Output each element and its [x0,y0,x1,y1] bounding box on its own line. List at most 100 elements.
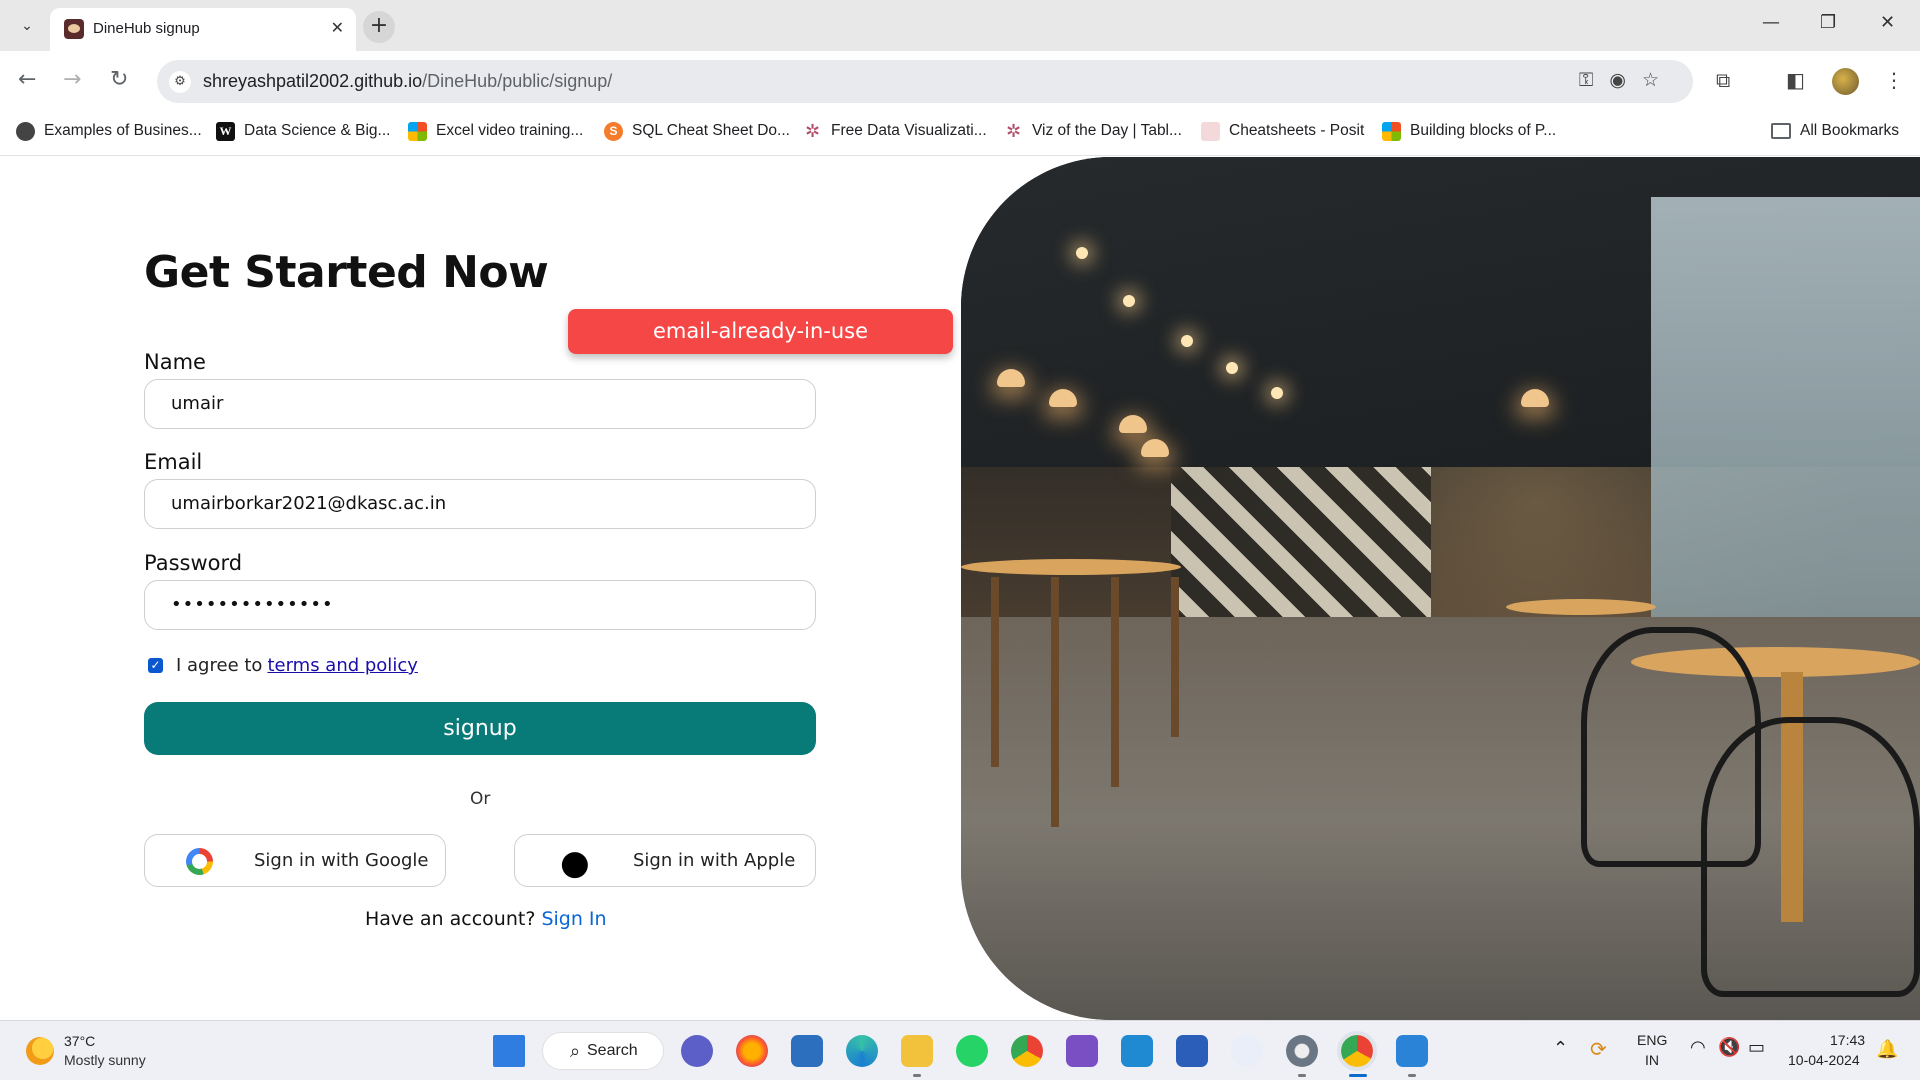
settings-gear-icon[interactable] [1286,1035,1318,1067]
or-divider: Or [470,789,491,809]
dinehub-favicon-icon [64,19,84,39]
photo-round-table [1506,599,1656,615]
eye-off-icon[interactable]: ◉ [1609,69,1642,91]
all-bookmarks-label: All Bookmarks [1800,122,1900,139]
bookmark-item[interactable]: ✲ Viz of the Day | Tabl... [1004,119,1182,143]
tab-close-icon[interactable]: ✕ [331,18,344,37]
bookmark-item[interactable]: Cheatsheets - Posit [1201,119,1364,143]
new-tab-button[interactable]: + [363,11,395,43]
google-signin-button[interactable]: Sign in with Google [144,834,446,887]
firefox-icon[interactable] [736,1035,768,1067]
photo-chair [1701,717,1920,997]
weather-temperature[interactable]: 37°C [64,1033,95,1049]
restaurant-photo [961,157,1920,1020]
url-text[interactable]: shreyashpatil2002.github.io/DineHub/publ… [203,71,612,92]
page-title: Get Started Now [144,247,549,298]
bookmark-item[interactable]: ✲ Free Data Visualizati... [803,119,987,143]
sync-icon[interactable]: ⟳ [1590,1037,1607,1062]
tab-title: DineHub signup [93,20,200,37]
wifi-icon[interactable]: ◠ [1690,1037,1706,1058]
visual-studio-icon[interactable] [1066,1035,1098,1067]
google-button-label: Sign in with Google [254,850,429,871]
weather-sun-icon[interactable] [26,1037,54,1065]
agree-checkbox[interactable]: ✓ [148,658,163,673]
address-bar[interactable]: ⚙ shreyashpatil2002.github.io/DineHub/pu… [157,60,1693,103]
error-toast: email-already-in-use [568,309,953,354]
bookmark-label: Viz of the Day | Tabl... [1032,122,1182,139]
running-indicator [913,1074,921,1077]
windows-start-icon[interactable] [493,1035,525,1067]
bookmark-label: Examples of Busines... [44,122,202,139]
globe-icon [16,121,35,141]
wps-icon[interactable] [1231,1035,1263,1067]
word-icon[interactable] [1176,1035,1208,1067]
volume-muted-icon[interactable]: 🔇 [1718,1037,1740,1058]
minimize-icon[interactable]: — [1762,12,1780,33]
chevron-up-icon[interactable]: ⌃ [1553,1038,1568,1059]
chrome-icon[interactable] [1011,1035,1043,1067]
language-top[interactable]: ENG [1637,1032,1667,1048]
email-field[interactable]: umairborkar2021@dkasc.ac.in [144,479,816,529]
close-window-icon[interactable]: ✕ [1880,12,1895,33]
restore-icon[interactable]: ❐ [1820,12,1836,33]
folder-icon [1771,123,1791,139]
bookmark-item[interactable]: Examples of Busines... [16,119,202,143]
side-panel-icon[interactable]: ◧ [1786,68,1805,92]
vscode-icon[interactable] [1121,1035,1153,1067]
w-icon: W [216,121,235,141]
apple-signin-button[interactable]: ● Sign in with Apple [514,834,816,887]
bookmark-item[interactable]: W Data Science & Big... [216,119,390,143]
photo-ceiling-light [1226,362,1238,374]
signin-link[interactable]: Sign In [541,908,606,930]
omnibox-icons: ⚿◉☆ [1579,69,1675,91]
reload-icon[interactable]: ↻ [110,67,128,92]
browser-tab[interactable]: DineHub signup ✕ [50,8,356,51]
edge-icon[interactable] [846,1035,878,1067]
tab-search-chevron-icon[interactable]: ⌄ [14,13,40,39]
bookmark-item[interactable]: Building blocks of P... [1382,119,1556,143]
windows-taskbar: 37°C Mostly sunny ⌕ Search ⌃ ⟳ ENG IN ◠ 🔇… [0,1020,1920,1080]
battery-icon[interactable]: ▭ [1748,1037,1765,1058]
taskbar-search[interactable]: ⌕ Search [542,1032,664,1070]
bookmark-item[interactable]: S SQL Cheat Sheet Do... [604,119,790,143]
signup-page: Get Started Now email-already-in-use Nam… [0,157,1920,1020]
menu-kebab-icon[interactable]: ⋮ [1884,68,1904,92]
notepad-icon[interactable] [791,1035,823,1067]
whatsapp-icon[interactable] [956,1035,988,1067]
bookmarks-bar: Examples of Busines... W Data Science & B… [0,111,1920,156]
bookmark-star-icon[interactable]: ☆ [1642,69,1675,91]
photo-ceiling-light [1271,387,1283,399]
name-label: Name [144,350,206,374]
name-field[interactable]: umair [144,379,816,429]
password-key-icon[interactable]: ⚿ [1579,69,1609,91]
microsoft-icon [1382,121,1401,141]
clock-date[interactable]: 10-04-2024 [1788,1052,1860,1068]
clock-time[interactable]: 17:43 [1830,1032,1865,1048]
file-explorer-icon[interactable] [901,1035,933,1067]
bookmark-label: Data Science & Big... [244,122,391,139]
signup-button[interactable]: signup [144,702,816,755]
tableau-icon: ✲ [1005,120,1022,141]
password-field[interactable]: •••••••••••••• [144,580,816,630]
photos-icon[interactable] [1396,1035,1428,1067]
extensions-icon[interactable]: ⧉ [1716,68,1730,92]
url-host: shreyashpatil2002.github.io [203,71,423,91]
weather-description[interactable]: Mostly sunny [64,1052,146,1068]
terms-link[interactable]: terms and policy [267,655,417,676]
all-bookmarks[interactable]: All Bookmarks [1771,119,1899,143]
agree-text: I agree to [176,655,263,676]
profile-avatar[interactable] [1832,68,1859,95]
back-icon[interactable]: ← [18,67,36,92]
browser-toolbar: ← → ↻ ⚙ shreyashpatil2002.github.io/Dine… [0,51,1920,111]
forward-icon[interactable]: → [63,67,81,92]
notification-bell-icon[interactable]: 🔔 [1876,1039,1898,1060]
site-settings-icon[interactable]: ⚙ [169,71,191,93]
teams-chat-icon[interactable] [681,1035,713,1067]
photo-chevron-wall [1171,467,1431,627]
chrome-active-icon[interactable] [1337,1031,1377,1071]
posit-icon [1201,121,1220,141]
photo-stool [1171,577,1179,737]
bookmark-item[interactable]: Excel video training... [408,119,583,143]
email-label: Email [144,450,203,474]
language-bottom[interactable]: IN [1645,1052,1659,1068]
